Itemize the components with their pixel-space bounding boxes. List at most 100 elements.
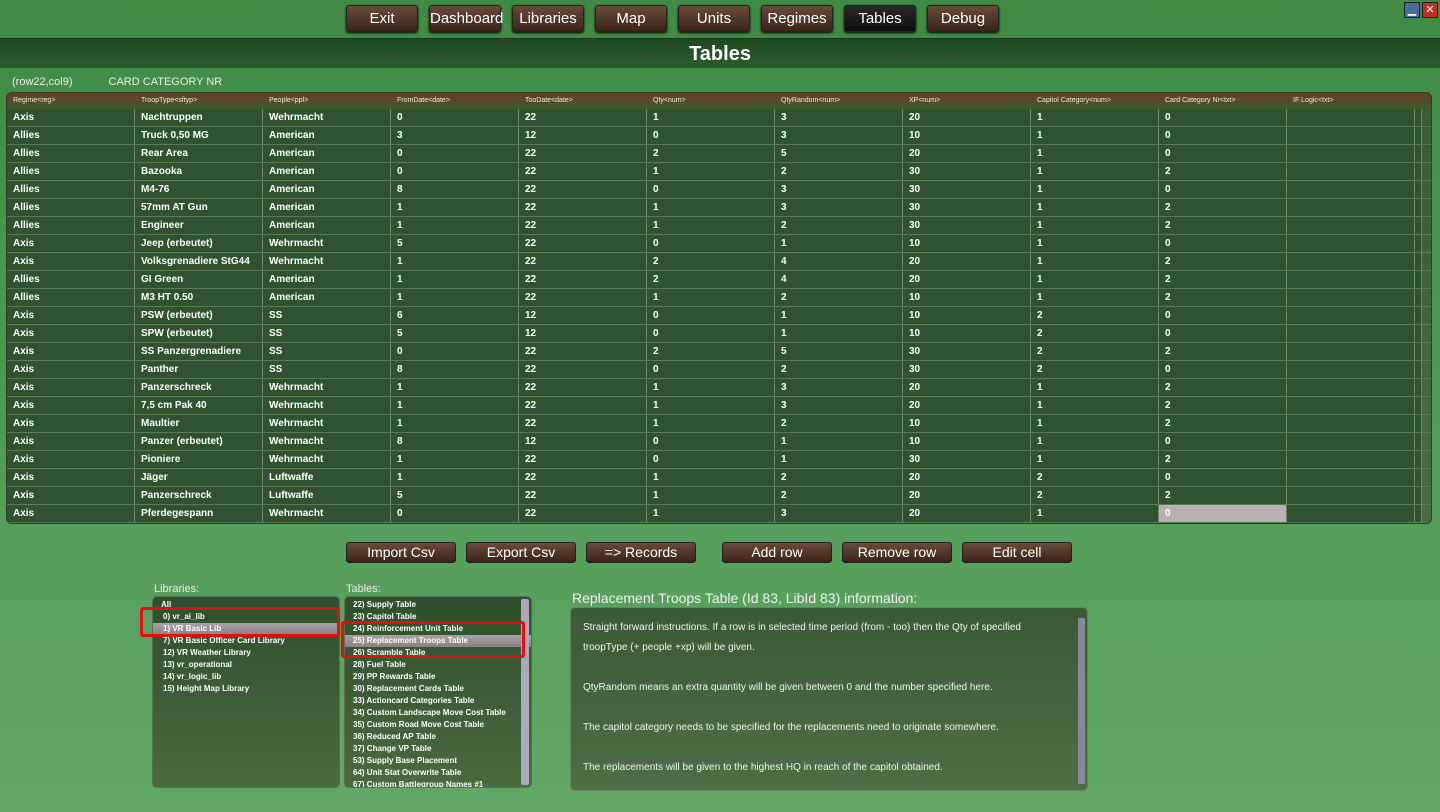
table-cell[interactable]: 22 — [519, 379, 647, 396]
table-cell[interactable]: American — [263, 289, 391, 306]
table-cell[interactable]: 22 — [519, 397, 647, 414]
table-cell[interactable]: 1 — [391, 397, 519, 414]
records-button[interactable]: => Records — [586, 542, 696, 563]
table-cell[interactable]: 2 — [1159, 379, 1287, 396]
table-cell[interactable]: 1 — [1031, 253, 1159, 270]
table-cell[interactable]: Volksgrenadiere StG44 — [135, 253, 263, 270]
table-cell[interactable] — [1287, 415, 1415, 432]
table-cell[interactable]: 2 — [1159, 289, 1287, 306]
table-cell[interactable]: 20 — [903, 469, 1031, 486]
table-cell[interactable] — [1287, 451, 1415, 468]
table-cell[interactable] — [1287, 487, 1415, 504]
table-cell[interactable]: 0 — [1159, 433, 1287, 450]
table-cell[interactable]: 22 — [519, 217, 647, 234]
table-cell[interactable]: 1 — [391, 199, 519, 216]
table-cell[interactable]: 0 — [647, 451, 775, 468]
table-cell[interactable]: 0 — [1159, 127, 1287, 144]
table-cell[interactable]: 22 — [519, 451, 647, 468]
table-cell[interactable]: 2 — [775, 469, 903, 486]
table-cell[interactable]: 1 — [1031, 415, 1159, 432]
table-cell[interactable]: 2 — [775, 361, 903, 378]
table-cell[interactable] — [1287, 145, 1415, 162]
table-cell[interactable]: 1 — [1031, 163, 1159, 180]
table-cell[interactable] — [1287, 109, 1415, 126]
table-cell[interactable]: Allies — [7, 181, 135, 198]
table-cell[interactable]: Axis — [7, 505, 135, 522]
table-cell[interactable]: 2 — [775, 163, 903, 180]
table-row[interactable]: Axis Panzer (erbeutet) Wehrmacht 8 12 0 1 10 1 0 — [7, 433, 1431, 451]
table-row[interactable]: Axis Panzerschreck Luftwaffe 5 22 1 2 20 2 2 — [7, 487, 1431, 505]
table-cell[interactable]: 12 — [519, 127, 647, 144]
table-cell[interactable]: 1 — [775, 307, 903, 324]
table-cell[interactable]: 1 — [1031, 145, 1159, 162]
table-cell[interactable]: 1 — [1031, 289, 1159, 306]
table-cell[interactable] — [1287, 127, 1415, 144]
table-row[interactable]: Axis Pferdegespann Wehrmacht 0 22 1 3 20 1 0 — [7, 505, 1431, 523]
table-cell[interactable]: Luftwaffe — [263, 487, 391, 504]
table-cell[interactable]: 1 — [391, 271, 519, 288]
table-cell[interactable]: 20 — [903, 379, 1031, 396]
table-cell[interactable]: 2 — [1159, 415, 1287, 432]
table-cell[interactable]: 12 — [519, 433, 647, 450]
table-cell[interactable]: 2 — [775, 487, 903, 504]
remove-row-button[interactable]: Remove row — [842, 542, 952, 563]
table-cell[interactable]: Wehrmacht — [263, 451, 391, 468]
table-cell[interactable]: 2 — [647, 343, 775, 360]
table-row[interactable]: Axis Volksgrenadiere StG44 Wehrmacht 1 22 2 4 2… — [7, 253, 1431, 271]
table-cell[interactable]: 2 — [1159, 397, 1287, 414]
table-cell[interactable]: 22 — [519, 487, 647, 504]
table-cell[interactable]: 22 — [519, 469, 647, 486]
table-cell[interactable]: Panther — [135, 361, 263, 378]
table-cell[interactable]: 2 — [1159, 163, 1287, 180]
table-cell[interactable]: Wehrmacht — [263, 235, 391, 252]
table-cell[interactable]: Luftwaffe — [263, 469, 391, 486]
table-cell[interactable]: 1 — [647, 163, 775, 180]
table-item[interactable]: 29) PP Rewards Table — [345, 671, 531, 683]
table-row[interactable]: Axis Maultier Wehrmacht 1 22 1 2 10 1 2 — [7, 415, 1431, 433]
table-row[interactable]: Allies M3 HT 0.50 American 1 22 1 2 10 1 2 — [7, 289, 1431, 307]
table-cell[interactable] — [1287, 343, 1415, 360]
column-header[interactable]: People<ppl> — [263, 93, 391, 109]
table-cell[interactable]: 1 — [391, 379, 519, 396]
table-row[interactable]: Axis Jeep (erbeutet) Wehrmacht 5 22 0 1 10 1 0 — [7, 235, 1431, 253]
table-cell[interactable]: 2 — [1159, 217, 1287, 234]
table-row[interactable]: Allies Truck 0,50 MG American 3 12 0 3 10 1 0 — [7, 127, 1431, 145]
table-cell[interactable]: 30 — [903, 217, 1031, 234]
table-cell[interactable]: 1 — [391, 415, 519, 432]
table-cell[interactable]: 2 — [1159, 199, 1287, 216]
table-item[interactable]: 30) Replacement Cards Table — [345, 683, 531, 695]
table-cell[interactable]: 22 — [519, 271, 647, 288]
table-cell[interactable]: Axis — [7, 253, 135, 270]
table-cell[interactable]: 3 — [391, 127, 519, 144]
table-cell[interactable]: 2 — [647, 271, 775, 288]
table-cell[interactable]: 1 — [647, 505, 775, 522]
table-cell[interactable]: 30 — [903, 451, 1031, 468]
nav-exit-button[interactable]: Exit — [346, 5, 418, 32]
table-cell[interactable]: Axis — [7, 433, 135, 450]
table-cell[interactable]: 20 — [903, 253, 1031, 270]
table-cell[interactable]: Pferdegespann — [135, 505, 263, 522]
column-header[interactable]: TroopType<sftyp> — [135, 93, 263, 109]
nav-tables-button[interactable]: Tables — [844, 5, 916, 32]
table-cell[interactable]: 0 — [391, 109, 519, 126]
column-header[interactable]: IF Logic<txt> — [1287, 93, 1415, 109]
table-cell[interactable]: 8 — [391, 433, 519, 450]
table-cell[interactable]: 2 — [647, 253, 775, 270]
column-header[interactable]: QtyRandom<num> — [775, 93, 903, 109]
table-cell[interactable]: Allies — [7, 163, 135, 180]
table-cell[interactable]: 5 — [391, 235, 519, 252]
table-cell[interactable]: 22 — [519, 361, 647, 378]
table-cell[interactable]: 20 — [903, 145, 1031, 162]
table-cell[interactable]: 1 — [647, 109, 775, 126]
table-cell[interactable]: 1 — [775, 451, 903, 468]
table-cell[interactable]: Allies — [7, 217, 135, 234]
table-cell[interactable]: GI Green — [135, 271, 263, 288]
table-cell[interactable]: Panzerschreck — [135, 487, 263, 504]
table-cell[interactable]: 1 — [647, 469, 775, 486]
table-cell[interactable]: Panzerschreck — [135, 379, 263, 396]
table-row[interactable]: Axis PSW (erbeutet) SS 6 12 0 1 10 2 0 — [7, 307, 1431, 325]
table-cell[interactable]: 0 — [647, 325, 775, 342]
table-row[interactable]: Axis SPW (erbeutet) SS 5 12 0 1 10 2 0 — [7, 325, 1431, 343]
nav-units-button[interactable]: Units — [678, 5, 750, 32]
table-cell[interactable]: 2 — [1031, 343, 1159, 360]
